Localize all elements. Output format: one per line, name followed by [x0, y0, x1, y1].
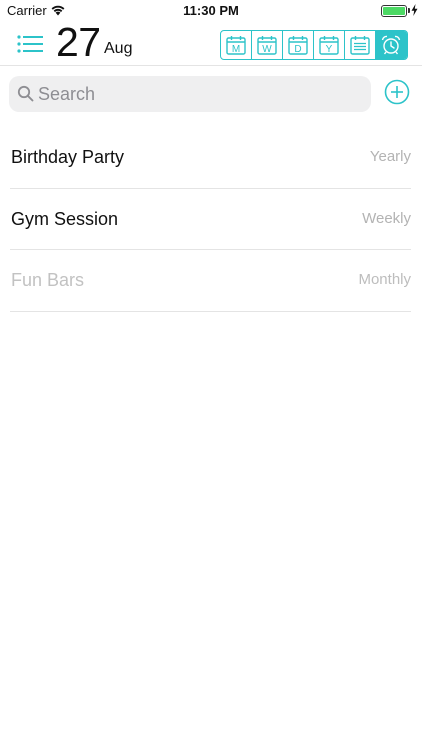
year-calendar-icon: Y — [319, 36, 339, 55]
month-calendar-icon: M — [226, 36, 246, 55]
battery-tip — [408, 8, 410, 13]
list-view-button[interactable] — [345, 31, 376, 59]
search-bar — [9, 76, 371, 112]
current-month: Aug — [104, 40, 133, 57]
event-list: Birthday Party Yearly Gym Session Weekly… — [10, 127, 411, 312]
year-view-letter: Y — [326, 44, 333, 55]
search-input[interactable] — [38, 76, 368, 112]
month-view-button[interactable]: M — [221, 31, 252, 59]
battery-icon — [381, 5, 407, 17]
add-event-button[interactable] — [384, 79, 410, 105]
week-calendar-icon: W — [257, 36, 277, 55]
event-row-birthday-party[interactable]: Birthday Party Yearly — [10, 127, 411, 189]
search-icon — [17, 85, 34, 102]
battery-level-fill — [383, 7, 405, 15]
event-name: Birthday Party — [11, 147, 125, 167]
alarm-view-button[interactable] — [376, 31, 407, 59]
menu-list-icon[interactable] — [17, 34, 43, 54]
day-calendar-icon: D — [288, 36, 308, 55]
event-frequency: Yearly — [369, 148, 411, 165]
list-calendar-icon — [350, 36, 370, 55]
day-view-letter: D — [294, 44, 301, 55]
charging-bolt-icon — [411, 4, 418, 16]
day-view-button[interactable]: D — [283, 31, 314, 59]
event-name: Gym Session — [11, 208, 119, 229]
event-frequency: Monthly — [358, 271, 411, 288]
month-view-letter: M — [232, 44, 240, 55]
clock-time: 11:30 PM — [183, 3, 239, 18]
week-view-letter: W — [262, 44, 272, 55]
year-view-button[interactable]: Y — [314, 31, 345, 59]
week-view-button[interactable]: W — [252, 31, 283, 59]
event-row-fun-bars[interactable]: Fun Bars Monthly — [10, 250, 411, 312]
alarm-clock-icon — [382, 35, 401, 55]
event-frequency: Weekly — [362, 209, 411, 227]
view-switcher: M W D Y — [220, 30, 408, 60]
current-day: 27 — [56, 19, 101, 65]
event-row-gym-session[interactable]: Gym Session Weekly — [10, 189, 411, 250]
event-name: Fun Bars — [11, 270, 85, 290]
header-bar: 27 Aug M W D Y — [0, 19, 422, 66]
